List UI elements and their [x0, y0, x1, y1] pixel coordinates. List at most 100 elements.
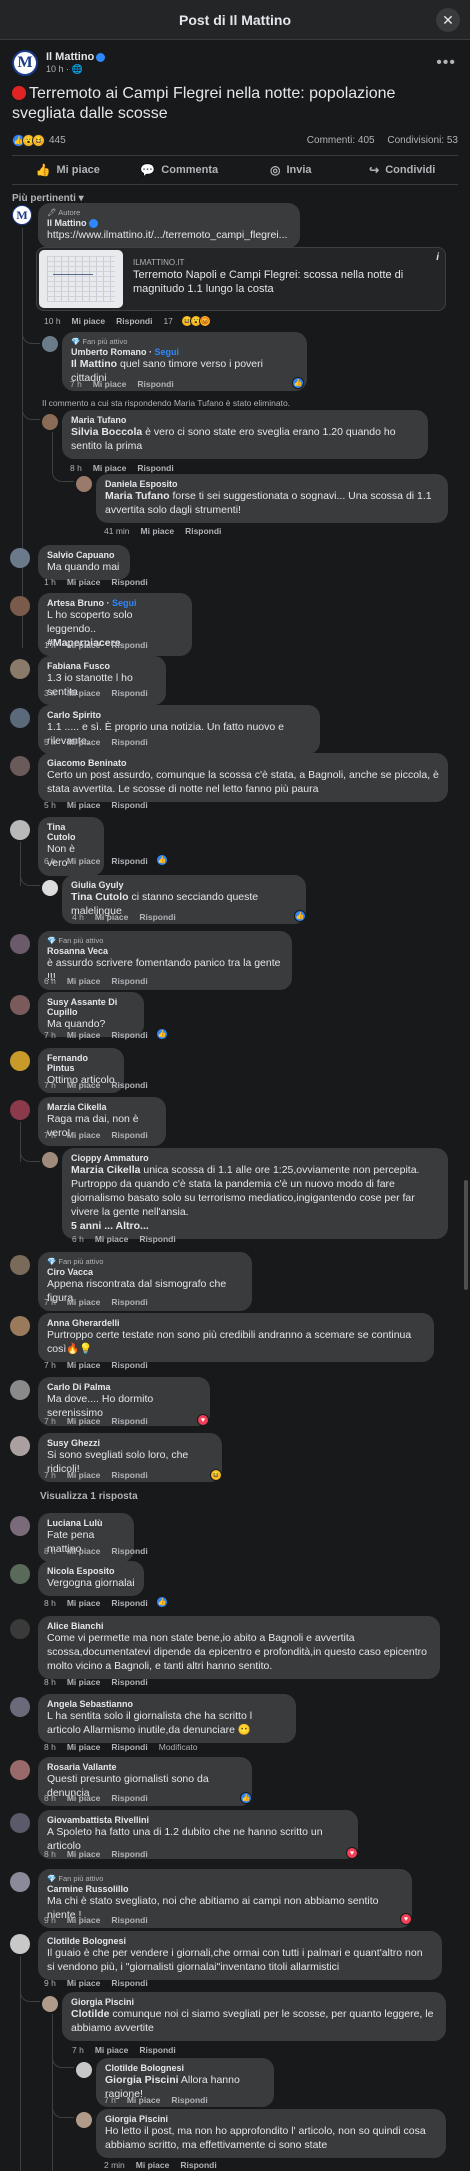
- comment-like[interactable]: Mi piace: [67, 976, 101, 986]
- comment-author[interactable]: Ciro Vacca: [47, 1267, 243, 1277]
- comment-like[interactable]: Mi piace: [67, 1470, 101, 1480]
- comment-time[interactable]: 8 h: [44, 1742, 56, 1752]
- comment-reply[interactable]: Rispondi: [111, 856, 147, 866]
- comment-author[interactable]: Angela Sebastianno: [47, 1699, 287, 1709]
- see-more-link[interactable]: 5 anni ... Altro...: [71, 1220, 149, 1232]
- comment-reply[interactable]: Rispondi: [185, 526, 221, 536]
- avatar[interactable]: [10, 1051, 30, 1071]
- comment-author[interactable]: Maria Tufano: [71, 415, 419, 425]
- comment-reply[interactable]: Rispondi: [111, 688, 147, 698]
- comment-author[interactable]: Carmine Russolillo: [47, 1884, 403, 1894]
- avatar[interactable]: [10, 1697, 30, 1717]
- comment-reply[interactable]: Rispondi: [111, 640, 147, 650]
- avatar[interactable]: [10, 548, 30, 568]
- comment-like[interactable]: Mi piace: [67, 1598, 101, 1608]
- avatar[interactable]: [42, 1152, 58, 1168]
- comment-like[interactable]: Mi piace: [67, 1793, 101, 1803]
- comment-time[interactable]: 7 h: [44, 1470, 56, 1480]
- avatar[interactable]: [10, 1760, 30, 1780]
- comment-like[interactable]: Mi piace: [67, 1742, 101, 1752]
- share-button[interactable]: ↪ Condividi: [347, 156, 459, 184]
- comment-like[interactable]: Mi piace: [67, 856, 101, 866]
- comment-reply[interactable]: Rispondi: [137, 463, 173, 473]
- reactions-summary[interactable]: 👍 😮 😆: [12, 134, 45, 147]
- avatar[interactable]: [10, 1872, 30, 1892]
- comment-like[interactable]: Mi piace: [95, 912, 129, 922]
- info-icon[interactable]: i: [436, 252, 439, 263]
- comment-reply[interactable]: Rispondi: [111, 1080, 147, 1090]
- comments-count[interactable]: Commenti: 405: [307, 135, 375, 146]
- comment-like[interactable]: Mi piace: [93, 463, 127, 473]
- shares-count[interactable]: Condivisioni: 53: [387, 135, 458, 146]
- comment-reply[interactable]: Rispondi: [111, 1793, 147, 1803]
- mention-link[interactable]: Marzia Cikella: [71, 1164, 140, 1176]
- comment-time[interactable]: 7 h: [70, 379, 82, 389]
- comment-time[interactable]: 1 h: [44, 577, 56, 587]
- comment-time[interactable]: 2 min: [104, 2160, 125, 2170]
- avatar[interactable]: [10, 934, 30, 954]
- comment-author[interactable]: Il Mattino: [47, 218, 87, 228]
- comment-reply[interactable]: Rispondi: [111, 976, 147, 986]
- article-link[interactable]: https://www.ilmattino.it/.../terremoto_c…: [47, 228, 291, 242]
- link-preview[interactable]: ILMATTINO.IT Terremoto Napoli e Campi Fl…: [36, 247, 446, 311]
- comment-time[interactable]: 6 h: [44, 976, 56, 986]
- comment-time[interactable]: 1 h: [44, 640, 56, 650]
- avatar[interactable]: [10, 756, 30, 776]
- comment-like[interactable]: Mi piace: [67, 1130, 101, 1140]
- comment-author[interactable]: Susy Ghezzi: [47, 1438, 213, 1448]
- comment-reply[interactable]: Rispondi: [111, 1849, 147, 1859]
- comment-author[interactable]: Clotilde Bolognesi: [47, 1936, 433, 1946]
- hashtag-link[interactable]: #Maperpiacere: [47, 637, 121, 649]
- scrollbar[interactable]: [464, 1180, 468, 1290]
- comment-author[interactable]: Anna Gherardelli: [47, 1318, 425, 1328]
- comment-author[interactable]: Giulia Gyuly: [71, 880, 297, 890]
- comment-time[interactable]: 8 h: [44, 1677, 56, 1687]
- mention-link[interactable]: Maria Tufano: [105, 490, 170, 502]
- avatar[interactable]: [10, 1436, 30, 1456]
- comment-author[interactable]: Carlo Di Palma: [47, 1382, 201, 1392]
- comment-like[interactable]: Mi piace: [136, 2160, 170, 2170]
- avatar[interactable]: [76, 476, 92, 492]
- page-name[interactable]: Il Mattino: [46, 51, 94, 63]
- comment-time[interactable]: 7 h: [44, 1360, 56, 1370]
- comment-like[interactable]: Mi piace: [67, 577, 101, 587]
- comment-reply[interactable]: Rispondi: [116, 316, 152, 326]
- comment-author[interactable]: Tina Cutolo: [47, 822, 95, 842]
- follow-button[interactable]: Segui: [155, 347, 180, 357]
- mention-link[interactable]: Clotilde: [71, 2008, 110, 2020]
- avatar[interactable]: [10, 1619, 30, 1639]
- comment-reply[interactable]: Rispondi: [139, 1234, 175, 1244]
- comment-time[interactable]: 6 h: [72, 1234, 84, 1244]
- avatar[interactable]: [10, 596, 30, 616]
- avatar[interactable]: [10, 1516, 30, 1536]
- comment-author[interactable]: Giovambattista Rivellini: [47, 1815, 349, 1825]
- avatar[interactable]: [10, 1813, 30, 1833]
- post-meta[interactable]: 10 h · 🌐: [46, 64, 105, 75]
- comment-like[interactable]: Mi piace: [67, 1030, 101, 1040]
- comment-like[interactable]: Mi piace: [67, 1416, 101, 1426]
- avatar[interactable]: [10, 1255, 30, 1275]
- avatar[interactable]: [10, 1316, 30, 1336]
- comment-time[interactable]: 5 h: [44, 800, 56, 810]
- comment-time[interactable]: 7 h: [44, 1416, 56, 1426]
- comment-like[interactable]: Mi piace: [67, 1978, 101, 1988]
- comment-time[interactable]: 8 h: [70, 463, 82, 473]
- comment-time[interactable]: 3 h: [44, 688, 56, 698]
- comment-like[interactable]: Mi piace: [127, 2095, 161, 2105]
- comment-like[interactable]: Mi piace: [67, 737, 101, 747]
- comment-like[interactable]: Mi piace: [67, 1297, 101, 1307]
- comment-time[interactable]: 8 h: [44, 1598, 56, 1608]
- close-icon[interactable]: ✕: [436, 8, 460, 32]
- comment-author[interactable]: Cioppy Ammaturo: [71, 1153, 439, 1163]
- comment-reply[interactable]: Rispondi: [137, 379, 173, 389]
- comment-reply[interactable]: Rispondi: [171, 2095, 207, 2105]
- comment-reply[interactable]: Rispondi: [111, 737, 147, 747]
- avatar[interactable]: [10, 995, 30, 1015]
- more-options-icon[interactable]: •••: [436, 54, 456, 72]
- comment-reply[interactable]: Rispondi: [111, 1915, 147, 1925]
- comment-like[interactable]: Mi piace: [67, 688, 101, 698]
- comment-reply[interactable]: Rispondi: [111, 1978, 147, 1988]
- comment-author[interactable]: Umberto Romano: [71, 347, 147, 357]
- comment-author[interactable]: Alice Bianchi: [47, 1621, 431, 1631]
- mention-link[interactable]: Il Mattino: [71, 358, 117, 370]
